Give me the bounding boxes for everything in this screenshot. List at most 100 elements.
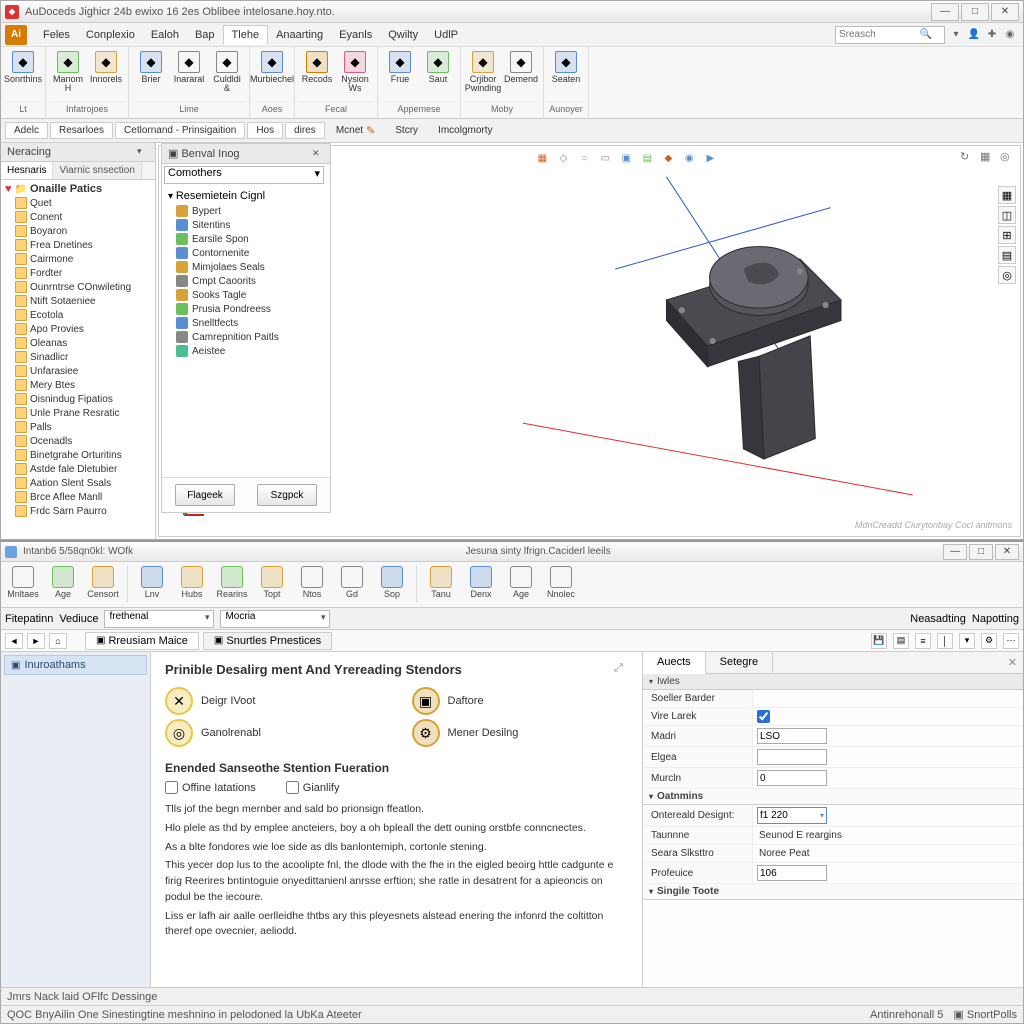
lr-topt[interactable]: Topt	[252, 564, 292, 605]
nav-tool-print-icon[interactable]: ▤	[893, 633, 909, 649]
insp-item[interactable]: Mimjolaes Seals	[176, 260, 328, 274]
vp-right-icon-4[interactable]: ◎	[998, 266, 1016, 284]
prop-section-3[interactable]: Singile Toote	[643, 884, 1023, 900]
tree-item[interactable]: Aation Slent Ssals	[3, 476, 153, 490]
tree-tab-2[interactable]: Viarnic snsection	[53, 162, 141, 179]
insp-item[interactable]: Camrepnition Paitls	[176, 330, 328, 344]
caret-down-icon[interactable]: ▾	[949, 28, 963, 42]
vp-icon-6[interactable]: ◆	[660, 150, 676, 166]
ribbon-inararal[interactable]: ◆Inararal	[171, 49, 207, 101]
menu-conplexio[interactable]: Conplexio	[78, 26, 143, 44]
insp-item[interactable]: Contornenite	[176, 246, 328, 260]
menu-ealoh[interactable]: Ealoh	[143, 26, 187, 44]
tree-item[interactable]: Palls	[3, 420, 153, 434]
tree-tab-1[interactable]: Hesnaris	[1, 162, 53, 179]
vp-icon-7[interactable]: ◉	[681, 150, 697, 166]
tree-item[interactable]: Ntift Sotaeniee	[3, 294, 153, 308]
vp-icon-5[interactable]: ▤	[639, 150, 655, 166]
lr-lnv[interactable]: Lnv	[132, 564, 172, 605]
ribbon-recods[interactable]: ◆Recods	[299, 49, 335, 101]
prop-section-2[interactable]: Oatnmins	[643, 789, 1023, 805]
tree-item[interactable]: Astde fale Dletubier	[3, 462, 153, 476]
tree-root[interactable]: ♥ 📁 Onaille Patics	[3, 182, 153, 196]
insp-item[interactable]: Prusia Pondreess	[176, 302, 328, 316]
vp-icon-2[interactable]: ○	[576, 150, 592, 166]
lr-sop[interactable]: Sop	[372, 564, 412, 605]
nav-back-button[interactable]: ◄	[5, 633, 23, 649]
vp-icon-8[interactable]: ▶	[702, 150, 718, 166]
tree-item[interactable]: Cairmone	[3, 252, 153, 266]
insp-item[interactable]: Bypert	[176, 204, 328, 218]
sub-adelc[interactable]: Adelc	[5, 122, 48, 139]
nav-tool-gear-icon[interactable]: ⚙	[981, 633, 997, 649]
search-input[interactable]	[839, 29, 919, 40]
sub-resarloes[interactable]: Resarloes	[50, 122, 113, 139]
tree-item[interactable]: Frea Dnetines	[3, 238, 153, 252]
tree-item[interactable]: Brce Aflee Manll	[3, 490, 153, 504]
ribbon-demend[interactable]: ◆Demend	[503, 49, 539, 101]
vp-icon-3[interactable]: ▭	[597, 150, 613, 166]
vp-tool-grid-icon[interactable]: ▦	[980, 150, 994, 164]
prop-value[interactable]	[753, 726, 1023, 747]
plus-icon[interactable]: ✚	[985, 28, 999, 42]
insp-item[interactable]: Earsile Spon	[176, 232, 328, 246]
tree-dropdown-icon[interactable]: ▾	[137, 146, 149, 158]
sub-dires[interactable]: dires	[285, 122, 325, 139]
maximize-button[interactable]: □	[961, 3, 989, 21]
menu-eyanls[interactable]: Eyanls	[331, 26, 380, 44]
lr-nnolec[interactable]: Nnolec	[541, 564, 581, 605]
lr-gd[interactable]: Gd	[332, 564, 372, 605]
lr-mnltaes[interactable]: Mnltaes	[3, 564, 43, 605]
prop-section-1[interactable]: Iwles	[643, 674, 1023, 690]
insp-item[interactable]: Cmpt Caoorits	[176, 274, 328, 288]
menu-qwilty[interactable]: Qwilty	[380, 26, 426, 44]
tree-item[interactable]: Unle Prane Resratic	[3, 406, 153, 420]
insp-item[interactable]: Aeistee	[176, 344, 328, 358]
vp-icon-1[interactable]: ◇	[555, 150, 571, 166]
prop-value[interactable]: f1 220	[753, 805, 1023, 827]
option-ganolrenabl[interactable]: ◎Ganolrenabl	[165, 719, 382, 747]
menu-feles[interactable]: Feles	[35, 26, 78, 44]
nav-tool-more-icon[interactable]: ⋯	[1003, 633, 1019, 649]
help-icon[interactable]: ◉	[1003, 28, 1017, 42]
prop-value[interactable]	[753, 708, 1023, 726]
inspector-root[interactable]: Resemietein Cignl	[176, 190, 265, 202]
ribbon-brier[interactable]: ◆Brier	[133, 49, 169, 101]
ribbon-frue[interactable]: ◆Frue	[382, 49, 418, 101]
nav-fwd-button[interactable]: ►	[27, 633, 45, 649]
tree-item[interactable]: Sinadlicr	[3, 350, 153, 364]
sub-imcolgmorty[interactable]: Imcolgmorty	[429, 122, 501, 139]
lr-rearins[interactable]: Rearins	[212, 564, 252, 605]
person-icon[interactable]: 👤	[967, 28, 981, 42]
vp-icon-0[interactable]: ▦	[534, 150, 550, 166]
nav-tool-list-icon[interactable]: ≡	[915, 633, 931, 649]
menu-tlehe[interactable]: Tlehe	[223, 25, 269, 45]
sub-hos[interactable]: Hos	[247, 122, 283, 139]
option-mener-desilng[interactable]: ⚙Mener Desilng	[412, 719, 629, 747]
prop-tab-1[interactable]: Auects	[643, 652, 706, 674]
nav-tab-2[interactable]: ▣ Snurtles Prnestices	[203, 632, 332, 650]
ribbon-culdldi-&[interactable]: ◆Culdldi &	[209, 49, 245, 101]
tree-item[interactable]: Unfarasiee	[3, 364, 153, 378]
inspector-btn-1[interactable]: Flageek	[175, 484, 235, 506]
sub-stcry[interactable]: Stcry	[386, 122, 427, 139]
vp-tool-target-icon[interactable]: ◎	[1000, 150, 1014, 164]
nav-home-button[interactable]: ⌂	[49, 633, 67, 649]
sub-mcnet[interactable]: Mcnet ✎	[327, 121, 384, 140]
inspector-combo[interactable]: Comothers ▾	[164, 166, 324, 184]
lower-close-button[interactable]: ✕	[995, 544, 1019, 560]
option-daftore[interactable]: ▣Daftore	[412, 687, 629, 715]
lower-maximize-button[interactable]: □	[969, 544, 993, 560]
prop-close-icon[interactable]: ✕	[1002, 652, 1023, 673]
vp-right-icon-1[interactable]: ◫	[998, 206, 1016, 224]
ribbon-nysion-ws[interactable]: ◆Nysion Ws	[337, 49, 373, 101]
close-button[interactable]: ✕	[991, 3, 1019, 21]
prop-tab-2[interactable]: Setegre	[706, 652, 774, 673]
prop-value[interactable]	[753, 747, 1023, 768]
tree-item[interactable]: Quet	[3, 196, 153, 210]
lr-ntos[interactable]: Ntos	[292, 564, 332, 605]
nav-tool-down-icon[interactable]: ▾	[959, 633, 975, 649]
lr-tanu[interactable]: Tanu	[421, 564, 461, 605]
inspector-btn-2[interactable]: Szgpck	[257, 484, 317, 506]
chk-offline[interactable]: Offine Iatations	[165, 781, 256, 794]
